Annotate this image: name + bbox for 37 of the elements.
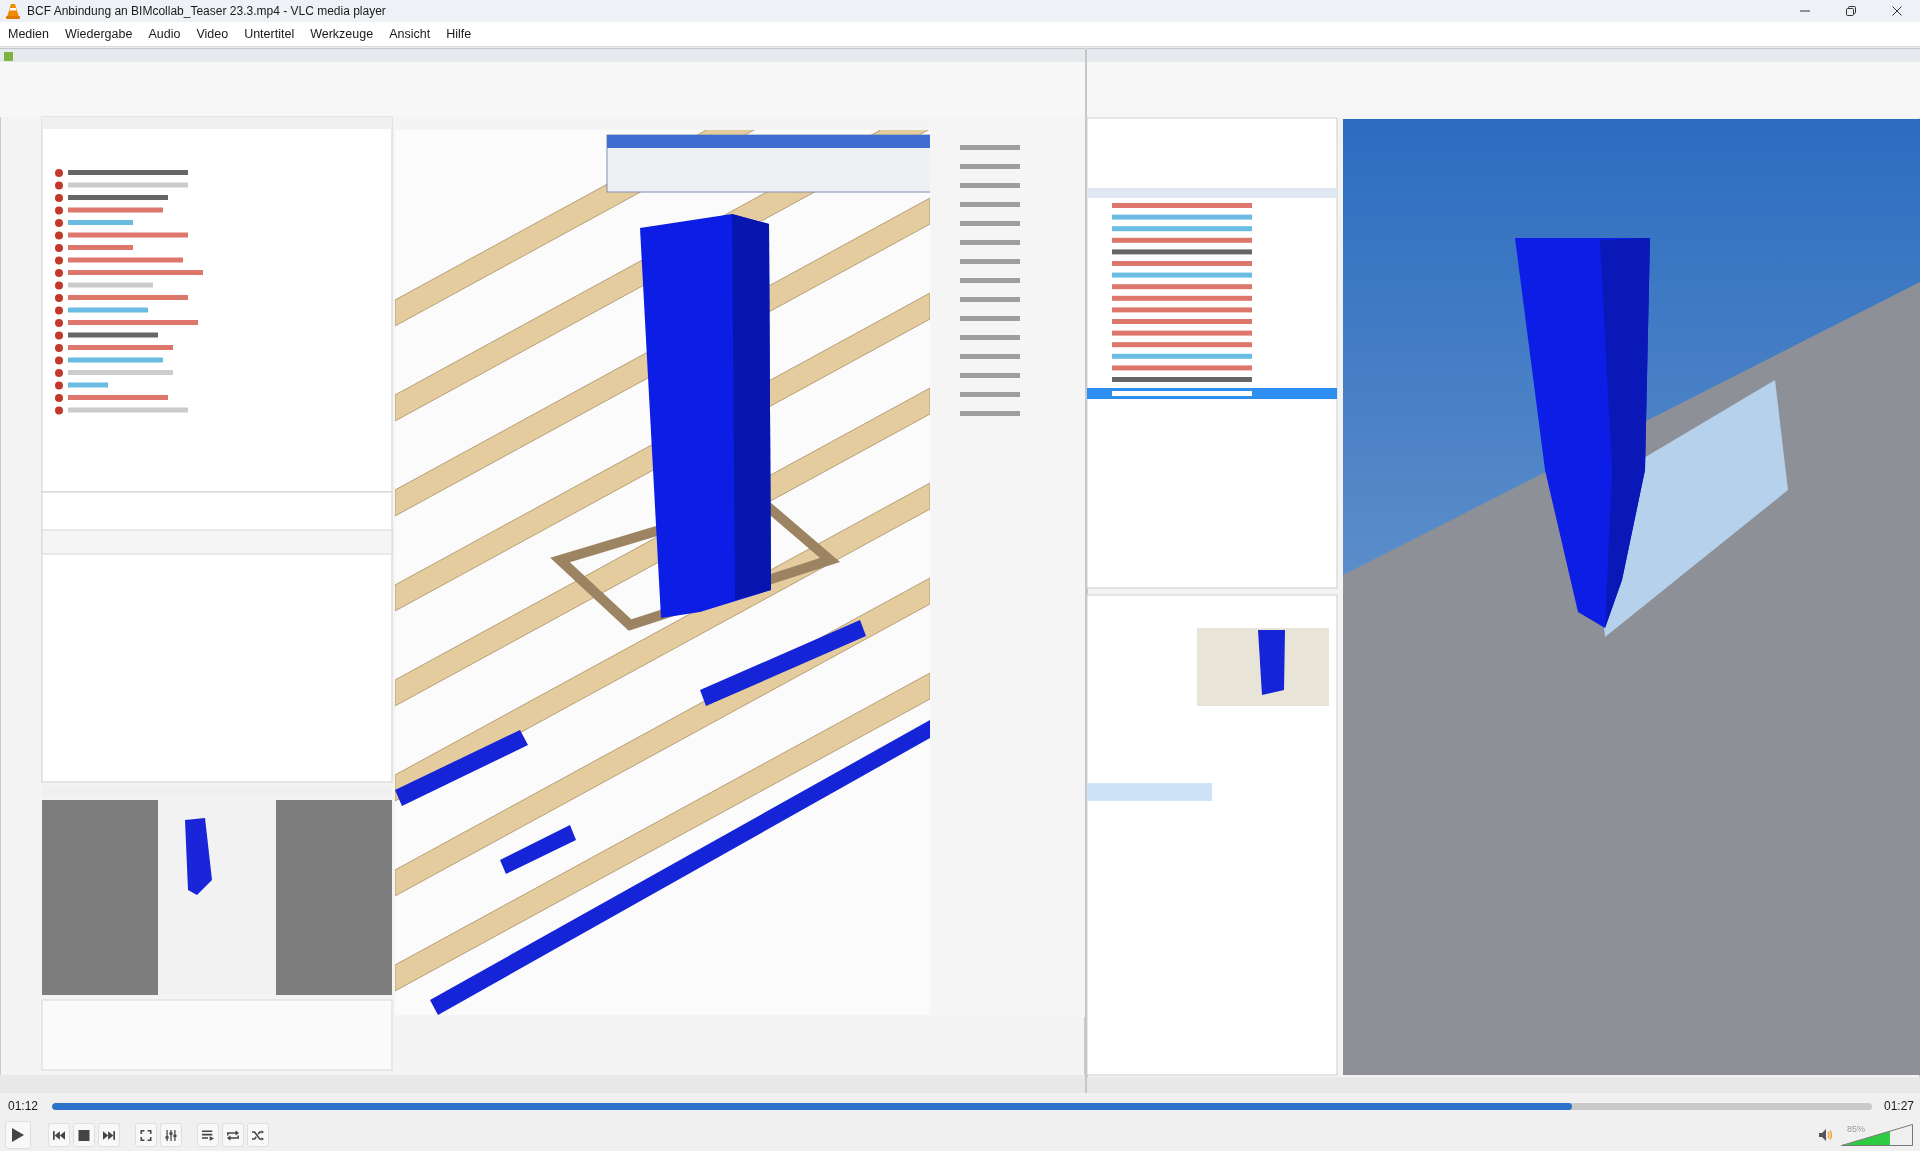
- volume-slider[interactable]: [1841, 1124, 1913, 1146]
- shuffle-button[interactable]: [247, 1123, 269, 1147]
- volume-percentage: 85%: [1847, 1124, 1865, 1134]
- elapsed-time: 01:12: [8, 1099, 40, 1113]
- playlist-button[interactable]: [197, 1123, 219, 1147]
- fullscreen-button[interactable]: [135, 1123, 157, 1147]
- shuffle-icon: [252, 1129, 264, 1141]
- restore-icon: [1846, 6, 1856, 16]
- menu-item[interactable]: Wiedergabe: [57, 27, 141, 41]
- loop-icon: [227, 1129, 239, 1141]
- extended-settings-button[interactable]: [160, 1123, 182, 1147]
- traffic-cone-icon: [5, 3, 21, 19]
- menu-item[interactable]: Ansicht: [381, 27, 439, 41]
- menu-item[interactable]: Video: [188, 27, 237, 41]
- skip-forward-icon: [103, 1129, 115, 1141]
- window-title: BCF Anbindung an BIMcollab_Teaser 23.3.mp4 - VLC media player: [27, 4, 386, 18]
- close-icon: [1892, 6, 1902, 16]
- stop-button[interactable]: [73, 1123, 95, 1147]
- play-icon: [12, 1128, 24, 1142]
- speaker-icon: [1819, 1129, 1833, 1141]
- loop-button[interactable]: [222, 1123, 244, 1147]
- equalizer-icon: [165, 1129, 177, 1141]
- next-button[interactable]: [98, 1123, 120, 1147]
- menu-item[interactable]: Hilfe: [438, 27, 480, 41]
- stop-icon: [78, 1129, 90, 1141]
- total-time: 01:27: [1883, 1099, 1914, 1113]
- previous-button[interactable]: [48, 1123, 70, 1147]
- menu-item[interactable]: Untertitel: [236, 27, 303, 41]
- fullscreen-icon: [140, 1129, 152, 1141]
- playlist-icon: [202, 1129, 214, 1141]
- menu-item[interactable]: Medien: [0, 27, 57, 41]
- menu-item[interactable]: Werkzeuge: [302, 27, 382, 41]
- skip-back-icon: [53, 1129, 65, 1141]
- seek-bar[interactable]: [52, 1102, 1872, 1110]
- play-button[interactable]: [5, 1121, 31, 1149]
- menu-item[interactable]: Audio: [140, 27, 189, 41]
- minimize-icon: [1800, 10, 1810, 12]
